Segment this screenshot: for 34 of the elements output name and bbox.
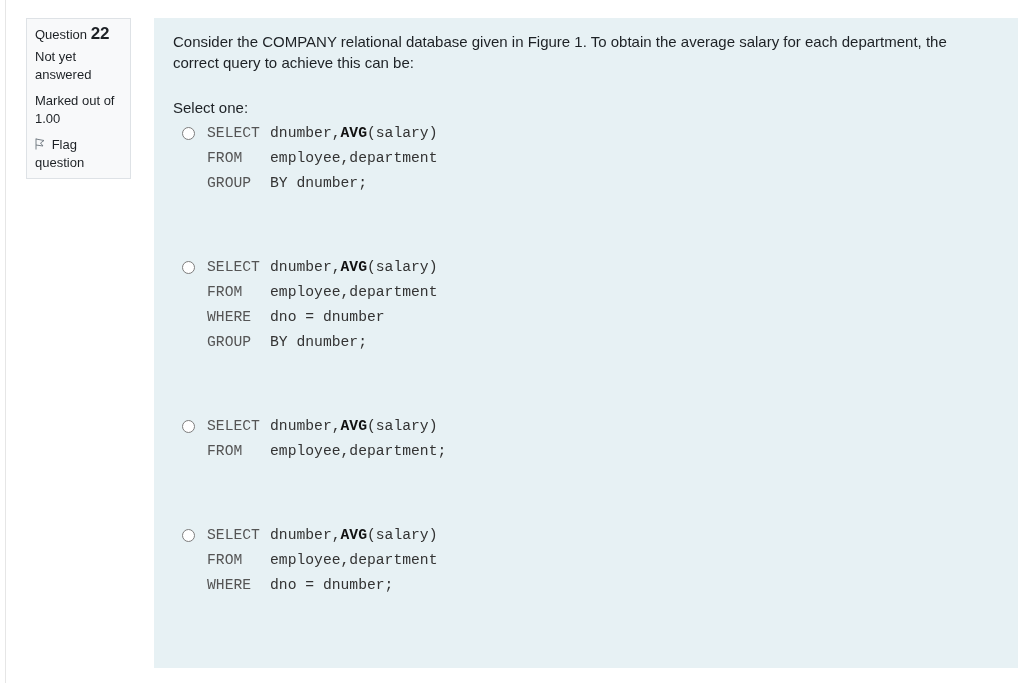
code-text: dnumber,AVG(salary) xyxy=(270,258,438,277)
code-text: employee,department; xyxy=(270,442,447,461)
code-text: employee,department xyxy=(270,551,438,570)
radio-button[interactable] xyxy=(182,420,195,433)
select-prompt: Select one: xyxy=(173,98,250,118)
code-keyword: SELECT xyxy=(207,526,261,545)
radio-button[interactable] xyxy=(182,261,195,274)
question-state: Not yet answered xyxy=(35,48,93,84)
question-number: Question 22 xyxy=(35,25,111,44)
code-text: employee,department xyxy=(270,283,438,302)
code-keyword: GROUP xyxy=(207,333,253,352)
flag-question-link[interactable]: Flag question xyxy=(35,136,124,172)
code-keyword: SELECT xyxy=(207,124,261,143)
code-keyword: SELECT xyxy=(207,417,261,436)
code-text: dno = dnumber; xyxy=(270,576,394,595)
code-keyword: FROM xyxy=(207,149,244,168)
question-grade: Marked out of 1.00 xyxy=(35,92,116,128)
code-keyword: SELECT xyxy=(207,258,261,277)
code-keyword: FROM xyxy=(207,551,244,570)
radio-button[interactable] xyxy=(182,127,195,140)
code-text: employee,department xyxy=(270,149,438,168)
code-text: BY dnumber; xyxy=(270,174,367,193)
code-text: dnumber,AVG(salary) xyxy=(270,124,438,143)
code-keyword: FROM xyxy=(207,442,244,461)
code-text: dnumber,AVG(salary) xyxy=(270,526,438,545)
code-keyword: FROM xyxy=(207,283,244,302)
radio-button[interactable] xyxy=(182,529,195,542)
question-text: Consider the COMPANY relational database given in Figure 1. To obtain the average salary for each department, the correct query to achieve this can be: xyxy=(173,32,948,73)
code-text: dnumber,AVG(salary) xyxy=(270,417,438,436)
code-text: dno = dnumber xyxy=(270,308,385,327)
code-keyword: WHERE xyxy=(207,308,253,327)
code-text: BY dnumber; xyxy=(270,333,367,352)
code-keyword: GROUP xyxy=(207,174,253,193)
code-keyword: WHERE xyxy=(207,576,253,595)
